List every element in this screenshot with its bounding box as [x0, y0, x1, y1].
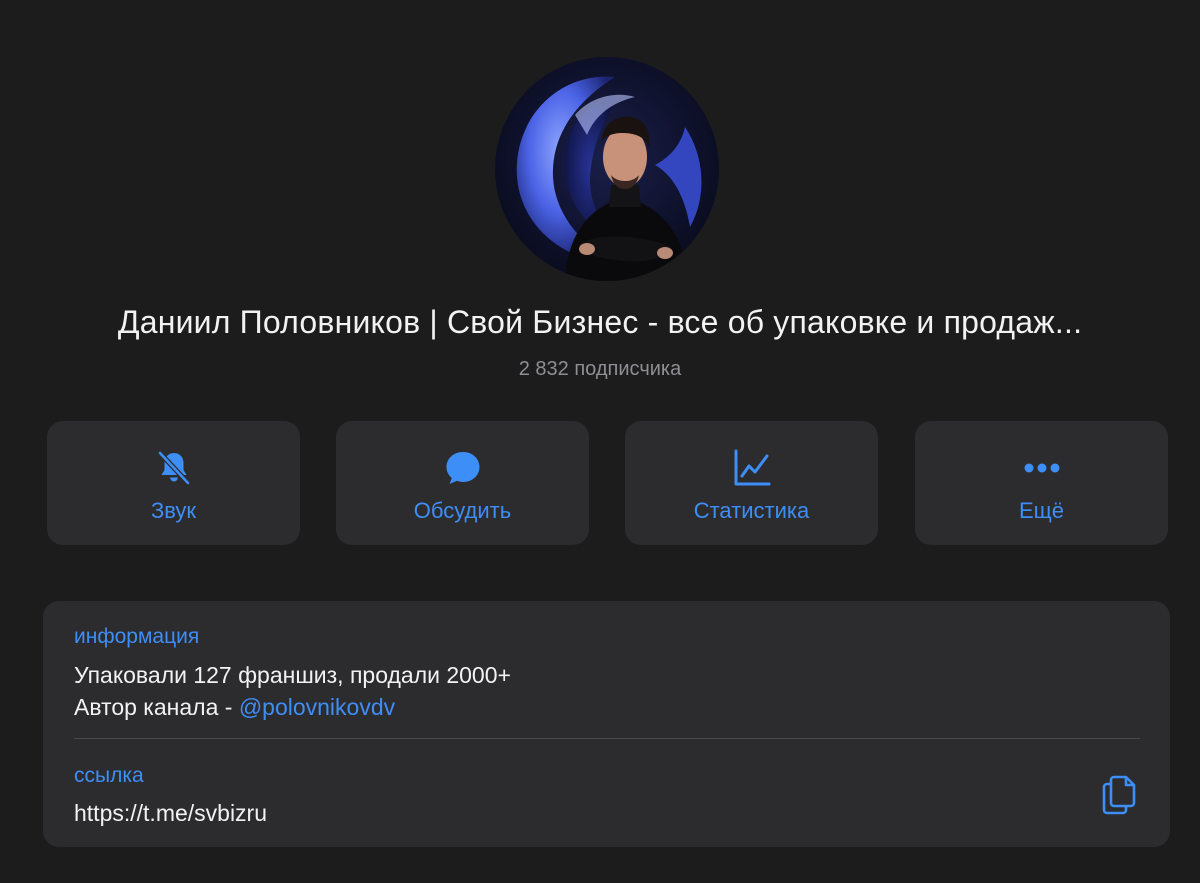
sound-button[interactable]: Звук [47, 421, 300, 545]
description-line-1: Упаковали 127 франшиз, продали 2000+ [74, 662, 511, 688]
discuss-button[interactable]: Обсудить [336, 421, 589, 545]
channel-link[interactable]: https://t.me/svbizru [74, 797, 267, 829]
channel-title: Даниил Половников | Свой Бизнес - все об… [117, 304, 1083, 340]
statistics-button[interactable]: Статистика [625, 421, 878, 545]
copy-icon[interactable] [1099, 773, 1139, 815]
more-button-label: Ещё [1018, 498, 1064, 523]
author-prefix: Автор канала - [74, 694, 239, 720]
statistics-button-label: Статистика [693, 498, 810, 523]
more-button[interactable]: Ещё [915, 421, 1168, 545]
avatar-image [516, 76, 702, 281]
sound-button-label: Звук [150, 498, 197, 523]
channel-description[interactable]: Упаковали 127 франшиз, продали 2000+ Авт… [74, 659, 511, 723]
subscriber-count: 2 832 подписчика [518, 358, 682, 380]
description-line-2: Автор канала - @polovnikovdv [74, 691, 511, 723]
author-mention-link[interactable]: @polovnikovdv [239, 694, 395, 720]
action-bar: Звук Обсудить Статистика Ещё [47, 421, 1168, 545]
line-chart-icon [732, 448, 772, 488]
link-section-label: ссылка [74, 764, 144, 787]
channel-avatar[interactable] [495, 57, 719, 281]
bell-slash-icon [154, 448, 194, 488]
info-section-label: информация [74, 625, 200, 648]
chat-bubble-icon [443, 448, 483, 488]
discuss-button-label: Обсудить [413, 498, 512, 523]
ellipsis-icon [1022, 448, 1062, 488]
section-divider [74, 738, 1140, 739]
channel-info-card: информация Упаковали 127 франшиз, продал… [43, 601, 1170, 847]
